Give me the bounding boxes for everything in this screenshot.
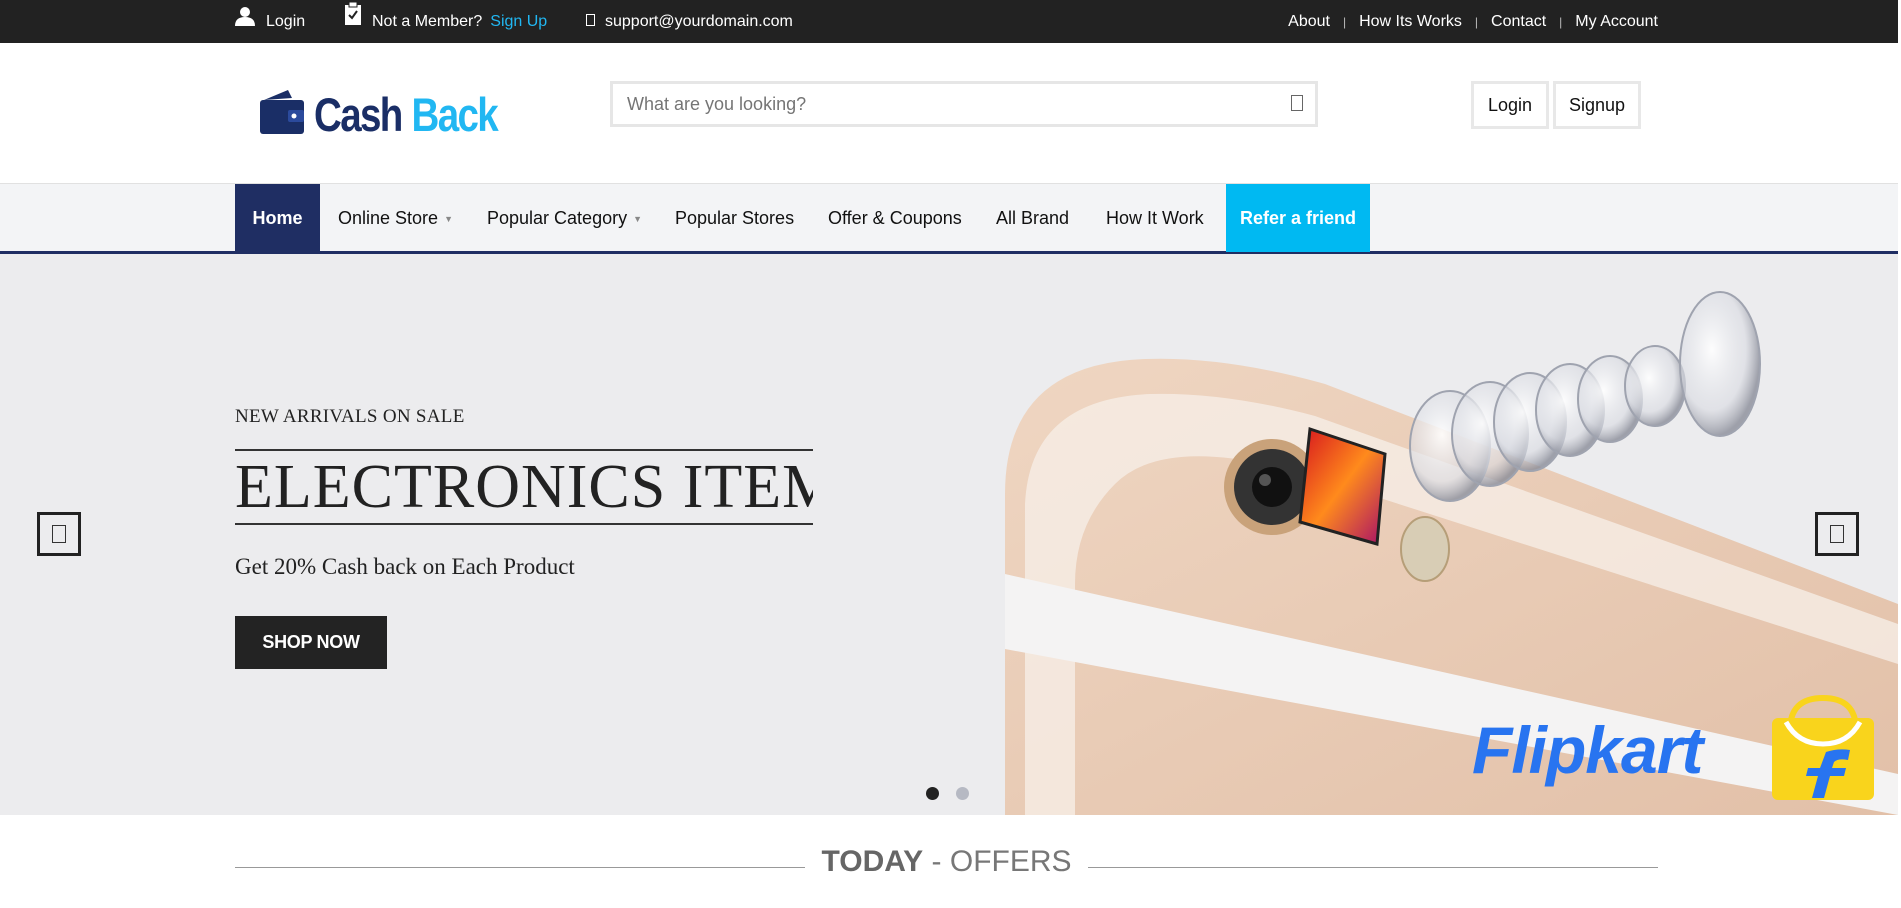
next-arrow-icon bbox=[1830, 525, 1844, 543]
search-box bbox=[610, 81, 1318, 127]
logo-text: Cash Back bbox=[314, 87, 499, 142]
heading-sep: - bbox=[923, 845, 950, 878]
user-icon bbox=[234, 0, 256, 43]
today-offers-section: TODAY - OFFERS bbox=[235, 845, 1658, 885]
flipkart-bag-icon bbox=[1768, 694, 1878, 807]
caret-down-icon: ▼ bbox=[633, 214, 643, 225]
shop-now-button[interactable]: SHOP NOW bbox=[235, 616, 387, 669]
hero-subtitle: NEW ARRIVALS ON SALE bbox=[235, 406, 465, 427]
slider-dot-1[interactable] bbox=[926, 787, 939, 800]
nav-how-it-work[interactable]: How It Work bbox=[1106, 184, 1204, 252]
topbar-member: Not a Member? Sign Up bbox=[344, 0, 547, 43]
topbar-login-link[interactable]: Login bbox=[234, 0, 305, 43]
topbar-nav-about[interactable]: About bbox=[1288, 13, 1330, 31]
site-header: CashBack Login Signup bbox=[0, 43, 1898, 183]
nav-popular-category-label: Popular Category bbox=[487, 208, 628, 228]
nav-popular-stores[interactable]: Popular Stores bbox=[675, 184, 794, 252]
site-logo[interactable]: Cash Back bbox=[258, 87, 537, 142]
nav-online-store-label: Online Store bbox=[338, 208, 439, 228]
heading-bold: TODAY bbox=[821, 845, 924, 878]
logo-word-cash: Cash bbox=[314, 88, 403, 141]
slider-prev-button[interactable] bbox=[37, 512, 81, 556]
topbar-nav-my-account[interactable]: My Account bbox=[1575, 13, 1658, 31]
prev-arrow-icon bbox=[52, 525, 66, 543]
topbar-nav-how-its-works[interactable]: How Its Works bbox=[1359, 13, 1462, 31]
hero-slider: NEW ARRIVALS ON SALE ELECTRONICS ITEMS G… bbox=[0, 254, 1898, 815]
hero-offer-text: Get 20% Cash back on Each Product bbox=[235, 554, 575, 579]
phone-camera-image bbox=[1005, 291, 1898, 815]
search-icon[interactable] bbox=[1291, 95, 1303, 111]
slider-next-button[interactable] bbox=[1815, 512, 1859, 556]
nav-popular-category[interactable]: Popular Category ▼ bbox=[487, 184, 642, 252]
caret-down-icon: ▼ bbox=[444, 214, 453, 225]
nav-refer-friend[interactable]: Refer a friend bbox=[1226, 184, 1370, 252]
topbar-login-label: Login bbox=[266, 13, 306, 30]
top-bar: Login Not a Member? Sign Up support@your… bbox=[0, 0, 1898, 43]
hero-title: ELECTRONICS ITEMS bbox=[235, 449, 813, 525]
clipboard-check-icon bbox=[344, 0, 362, 43]
topbar-nav-contact[interactable]: Contact bbox=[1491, 13, 1546, 31]
main-nav: Home Online Store ▼ Popular Category ▼ Pop… bbox=[0, 183, 1898, 254]
header-login-button[interactable]: Login bbox=[1471, 81, 1549, 129]
slider-dot-2[interactable] bbox=[956, 787, 969, 800]
nav-home[interactable]: Home bbox=[235, 184, 320, 252]
logo-word-back: Back bbox=[411, 88, 499, 141]
flipkart-logo-text: Flipkart bbox=[1472, 713, 1703, 787]
nav-all-brand[interactable]: All Brand bbox=[996, 184, 1069, 252]
nav-separator: | bbox=[1342, 14, 1347, 29]
today-offers-heading: TODAY - OFFERS bbox=[235, 845, 1658, 879]
nav-online-store[interactable]: Online Store ▼ bbox=[338, 184, 453, 252]
heading-light: OFFERS bbox=[949, 845, 1072, 878]
search-input[interactable] bbox=[613, 84, 1267, 124]
not-member-text: Not a Member? bbox=[372, 13, 483, 30]
wallet-icon bbox=[258, 88, 306, 141]
topbar-nav: About | How Its Works | Contact | My Acc… bbox=[1288, 0, 1658, 43]
topbar-email[interactable]: support@yourdomain.com bbox=[586, 0, 793, 43]
nav-separator: | bbox=[1474, 14, 1479, 29]
mobile-icon bbox=[586, 0, 595, 43]
support-email: support@yourdomain.com bbox=[605, 13, 793, 30]
header-signup-button[interactable]: Signup bbox=[1553, 81, 1641, 129]
topbar-signup-link[interactable]: Sign Up bbox=[490, 0, 547, 43]
nav-offer-coupons[interactable]: Offer & Coupons bbox=[828, 184, 962, 252]
nav-separator: | bbox=[1559, 14, 1563, 29]
